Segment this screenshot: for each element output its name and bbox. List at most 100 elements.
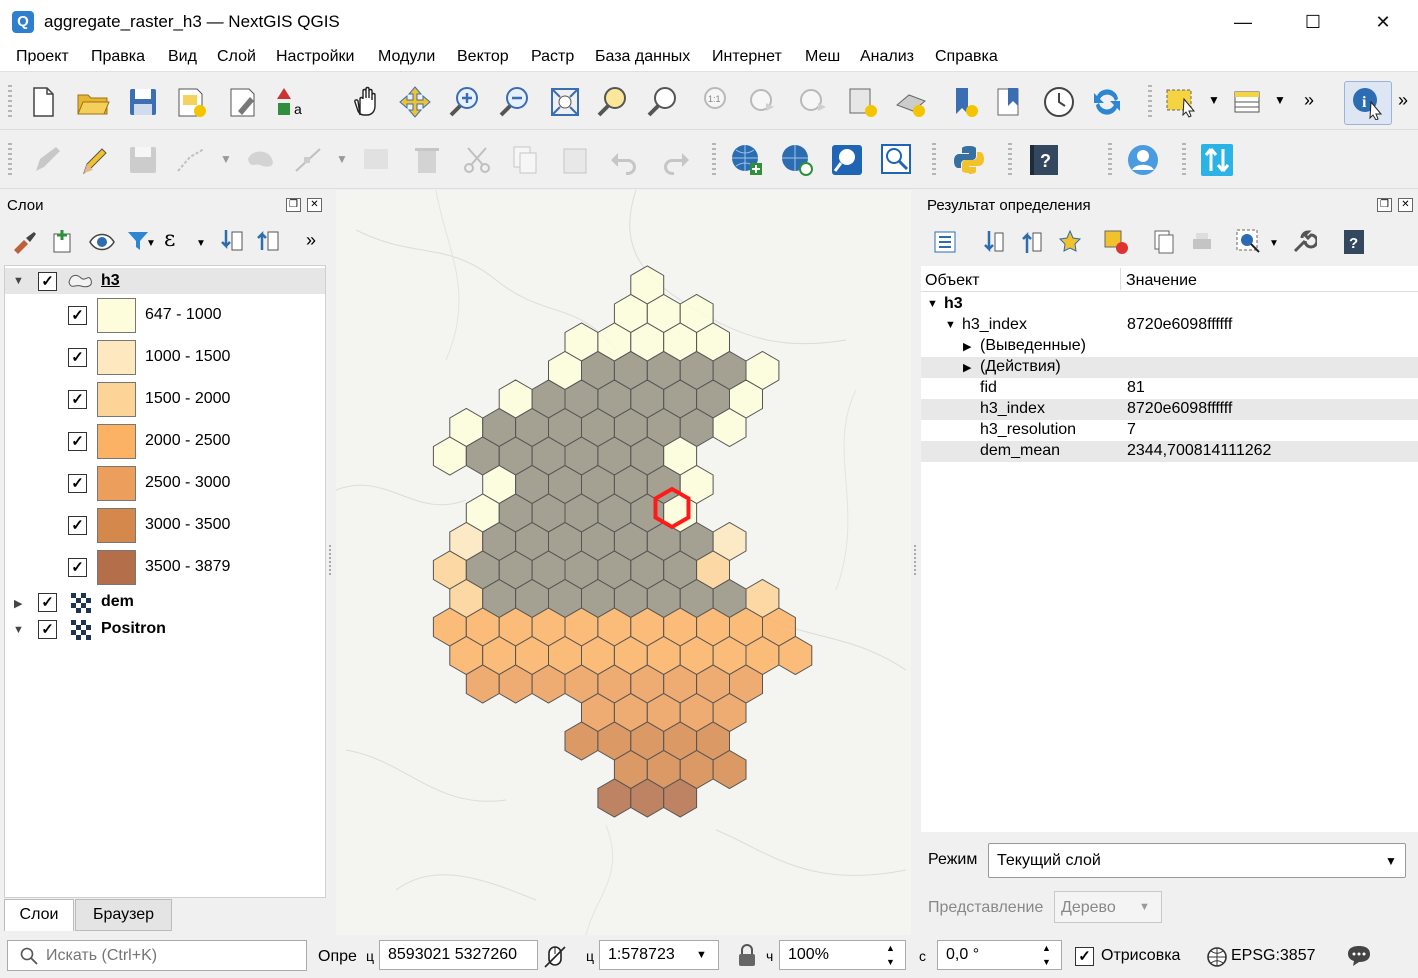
search-web-layers-icon[interactable] — [780, 143, 814, 177]
crs-globe-icon[interactable] — [1206, 946, 1228, 968]
zoom-in-icon[interactable] — [448, 85, 482, 119]
menu-layer[interactable]: Слой — [217, 48, 256, 66]
refresh-icon[interactable] — [1090, 85, 1124, 119]
expand-all-icon[interactable] — [218, 228, 244, 254]
chevron-down-icon[interactable]: ▼ — [1208, 93, 1220, 107]
class-visibility-checkbox[interactable]: ✓ — [68, 558, 87, 577]
zoom-to-layer-icon[interactable] — [646, 85, 680, 119]
map-canvas[interactable] — [335, 189, 911, 936]
locator-search-input[interactable] — [46, 945, 296, 967]
search-services-icon[interactable] — [880, 143, 914, 177]
close-button[interactable]: ✕ — [1360, 6, 1406, 38]
close-panel-icon[interactable]: ✕ — [1398, 198, 1413, 212]
layer-visibility-checkbox[interactable]: ✓ — [38, 272, 57, 291]
column-divider[interactable] — [1120, 268, 1121, 290]
menu-help[interactable]: Справка — [935, 48, 998, 66]
expand-all-icon[interactable] — [981, 229, 1005, 255]
show-bookmarks-icon[interactable] — [994, 85, 1028, 119]
collapse-arrow-icon[interactable]: ▼ — [13, 275, 24, 287]
menu-analysis[interactable]: Анализ — [860, 48, 914, 66]
result-row-attribute[interactable]: h3_resolution 7 — [921, 420, 1418, 441]
expand-arrow-icon[interactable]: ▶ — [14, 597, 22, 610]
menu-project[interactable]: Проект — [16, 48, 69, 66]
spin-down-icon[interactable]: ▼ — [886, 948, 895, 976]
python-console-icon[interactable] — [952, 143, 986, 177]
help-icon[interactable]: ? — [1341, 229, 1365, 255]
layer-visibility-checkbox[interactable]: ✓ — [38, 620, 57, 639]
style-panel-icon[interactable] — [12, 230, 38, 254]
pan-hand-icon[interactable] — [350, 85, 384, 119]
identify-features-button[interactable]: i — [1344, 81, 1392, 125]
collapse-arrow-icon[interactable]: ▼ — [927, 298, 938, 310]
manage-map-themes-icon[interactable] — [88, 230, 116, 254]
collapse-all-icon[interactable] — [254, 228, 280, 254]
locator-search[interactable] — [7, 940, 307, 971]
layer-name-positron[interactable]: Positron — [101, 620, 166, 638]
spin-down-icon[interactable]: ▼ — [1042, 948, 1051, 976]
layer-visibility-checkbox[interactable]: ✓ — [38, 593, 57, 612]
new-project-icon[interactable] — [26, 85, 60, 119]
menu-settings[interactable]: Настройки — [276, 48, 354, 66]
identify-select-mode-icon[interactable] — [1235, 228, 1263, 256]
pan-to-selection-icon[interactable] — [398, 85, 432, 119]
chevron-down-icon[interactable]: ▼ — [1269, 238, 1279, 249]
menu-database[interactable]: База данных — [595, 48, 690, 66]
render-checkbox[interactable]: ✓ — [1075, 947, 1094, 966]
tab-browser[interactable]: Браузер — [75, 899, 172, 931]
identify-settings-wrench-icon[interactable] — [1291, 229, 1317, 255]
new-print-layout-icon[interactable] — [174, 85, 208, 119]
splitter-handle[interactable] — [329, 545, 333, 575]
column-header-value[interactable]: Значение — [1126, 272, 1197, 290]
result-row-feature[interactable]: ▼ h3_index 8720e6098ffffff — [921, 315, 1418, 336]
menu-vector[interactable]: Вектор — [457, 48, 509, 66]
expand-tree-icon[interactable] — [933, 230, 957, 254]
render-label[interactable]: Отрисовка — [1101, 947, 1180, 965]
expand-arrow-icon[interactable]: ▶ — [963, 361, 971, 374]
layer-name-dem[interactable]: dem — [101, 593, 134, 611]
menu-view[interactable]: Вид — [168, 48, 197, 66]
result-row-attribute[interactable]: h3_index 8720e6098ffffff — [921, 399, 1418, 420]
class-visibility-checkbox[interactable]: ✓ — [68, 474, 87, 493]
float-panel-icon[interactable]: ❐ — [286, 198, 301, 212]
collapse-all-icon[interactable] — [1019, 229, 1043, 255]
menu-mesh[interactable]: Меш — [805, 48, 840, 66]
chevron-down-icon[interactable]: ▼ — [146, 238, 156, 249]
extents-toggle-mouse-icon[interactable] — [543, 943, 567, 969]
expand-new-results-icon[interactable] — [1057, 229, 1083, 255]
class-visibility-checkbox[interactable]: ✓ — [68, 516, 87, 535]
zoom-full-icon[interactable] — [548, 85, 582, 119]
open-project-icon[interactable] — [76, 85, 110, 119]
clear-results-icon[interactable] — [1103, 229, 1129, 255]
more-tools-icon[interactable]: » — [1398, 90, 1408, 111]
column-header-object[interactable]: Объект — [925, 272, 979, 290]
collapse-arrow-icon[interactable]: ▼ — [945, 319, 956, 331]
lock-scale-icon[interactable] — [737, 944, 757, 968]
close-panel-icon[interactable]: ✕ — [307, 198, 322, 212]
maximize-button[interactable]: ☐ — [1290, 6, 1336, 38]
select-features-icon[interactable] — [1164, 85, 1198, 119]
toggle-editing-pencil-icon[interactable] — [78, 143, 112, 177]
collapse-arrow-icon[interactable]: ▼ — [13, 624, 24, 636]
add-group-icon[interactable] — [50, 228, 76, 254]
menu-edit[interactable]: Правка — [91, 48, 145, 66]
more-tools-icon[interactable]: » — [306, 230, 316, 251]
scale-combobox[interactable]: 1:578723 ▼ — [599, 940, 719, 970]
tab-layers[interactable]: Слои — [4, 899, 74, 931]
class-visibility-checkbox[interactable]: ✓ — [68, 432, 87, 451]
menu-web[interactable]: Интернет — [712, 48, 782, 66]
new-map-view-icon[interactable] — [846, 85, 880, 119]
menu-plugins[interactable]: Модули — [378, 48, 435, 66]
help-contents-icon[interactable]: ? — [1028, 143, 1062, 177]
filter-expression-icon[interactable]: ε — [164, 227, 175, 252]
save-project-icon[interactable] — [126, 85, 160, 119]
class-visibility-checkbox[interactable]: ✓ — [68, 348, 87, 367]
copy-feature-icon[interactable] — [1151, 229, 1175, 255]
result-row-layer[interactable]: ▼ h3 — [921, 294, 1418, 315]
style-manager-icon[interactable]: a — [274, 85, 308, 119]
class-visibility-checkbox[interactable]: ✓ — [68, 306, 87, 325]
attribute-table-icon[interactable] — [1230, 85, 1264, 119]
add-wms-layer-icon[interactable] — [730, 143, 764, 177]
magnifier-spinbox[interactable]: 100% ▲ ▼ — [779, 940, 906, 970]
float-panel-icon[interactable]: ❐ — [1377, 198, 1392, 212]
result-row-derived[interactable]: ▶ (Выведенные) — [921, 336, 1418, 357]
